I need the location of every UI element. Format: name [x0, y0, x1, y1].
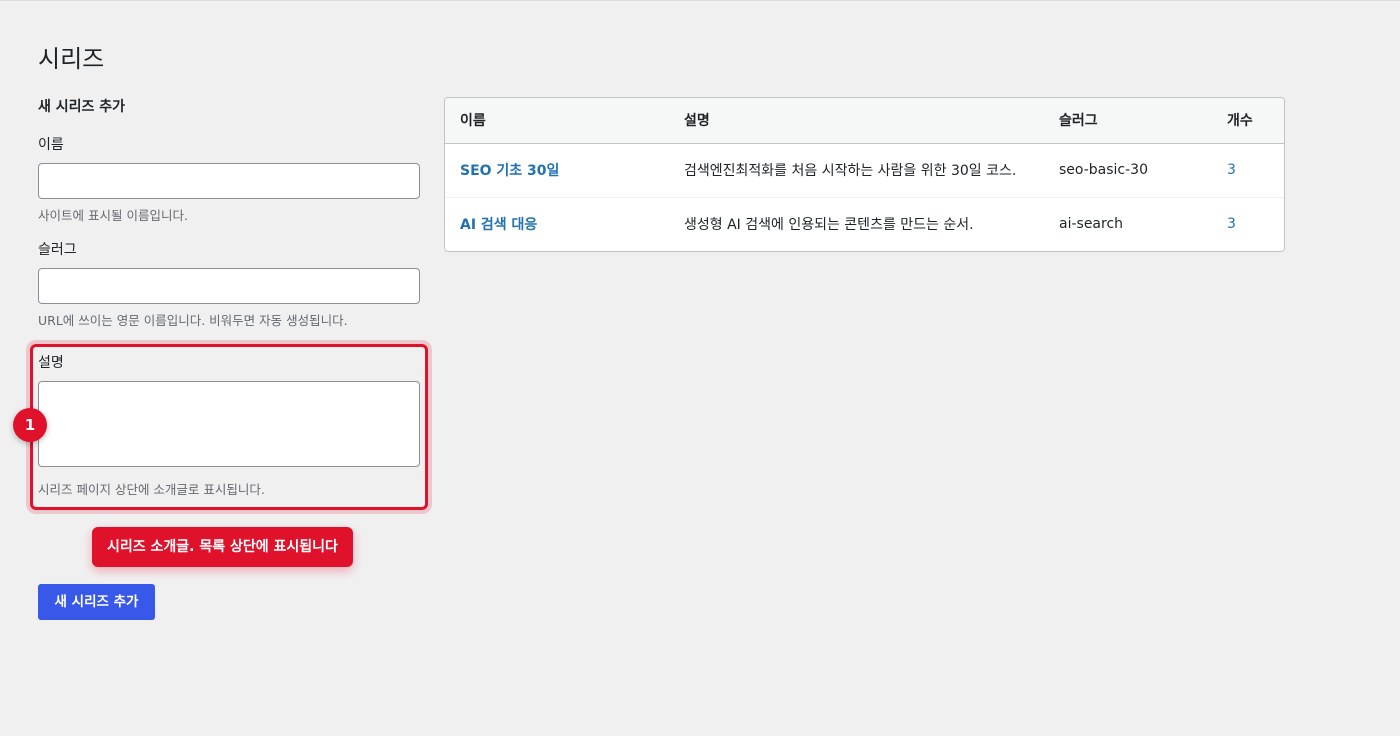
series-count-link[interactable]: 3: [1227, 216, 1236, 232]
description-field-group: 설명 시리즈 페이지 상단에 소개글로 표시됩니다.: [38, 353, 420, 499]
column-header-count[interactable]: 개수: [1212, 98, 1284, 143]
series-slug-cell: ai-search: [1044, 196, 1212, 251]
page-title: 시리즈: [38, 45, 105, 73]
add-series-form: 새 시리즈 추가 이름 사이트에 표시될 이름입니다. 슬러그 URL에 쓰이는…: [38, 97, 420, 345]
table-row: AI 검색 대응 생성형 AI 검색에 인용되는 콘텐츠를 만드는 순서. ai…: [445, 196, 1284, 251]
series-count-cell: 3: [1212, 143, 1284, 197]
description-textarea[interactable]: [38, 381, 420, 467]
column-header-slug[interactable]: 슬러그: [1044, 98, 1212, 143]
form-heading: 새 시리즈 추가: [38, 99, 126, 115]
series-count-link[interactable]: 3: [1227, 162, 1236, 178]
name-help-text: 사이트에 표시될 이름입니다.: [38, 208, 188, 223]
series-name-link[interactable]: SEO 기초 30일: [460, 163, 559, 179]
column-header-name[interactable]: 이름: [445, 98, 669, 143]
series-table: 이름 설명 슬러그 개수 SEO 기초 30일 검색엔진최적화를 처음 시작하는…: [444, 97, 1285, 252]
add-series-button[interactable]: 새 시리즈 추가: [38, 584, 155, 620]
table-header-row: 이름 설명 슬러그 개수: [445, 98, 1284, 143]
name-field-group: 이름 사이트에 표시될 이름입니다.: [38, 135, 420, 225]
series-description-cell: 검색엔진최적화를 처음 시작하는 사람을 위한 30일 코스.: [684, 163, 1017, 179]
slug-label: 슬러그: [38, 242, 77, 258]
slug-input[interactable]: [38, 268, 420, 304]
annotation-callout: 시리즈 소개글. 목록 상단에 표시됩니다: [92, 527, 353, 567]
series-name-cell: SEO 기초 30일: [445, 143, 669, 197]
description-label: 설명: [38, 355, 64, 371]
description-help-text: 시리즈 페이지 상단에 소개글로 표시됩니다.: [38, 482, 265, 497]
slug-help-text: URL에 쓰이는 영문 이름입니다. 비워두면 자동 생성됩니다.: [38, 313, 348, 328]
annotation-step-badge: 1: [13, 408, 47, 442]
name-label: 이름: [38, 137, 64, 153]
series-name-link[interactable]: AI 검색 대응: [460, 217, 537, 233]
name-input[interactable]: [38, 163, 420, 199]
series-count-cell: 3: [1212, 196, 1284, 251]
column-header-description: 설명: [684, 113, 710, 130]
table-row: SEO 기초 30일 검색엔진최적화를 처음 시작하는 사람을 위한 30일 코…: [445, 143, 1284, 197]
slug-field-group: 슬러그 URL에 쓰이는 영문 이름입니다. 비워두면 자동 생성됩니다.: [38, 240, 420, 330]
series-description-cell: 생성형 AI 검색에 인용되는 콘텐츠를 만드는 순서.: [669, 196, 1044, 251]
series-slug-cell: seo-basic-30: [1059, 162, 1148, 178]
series-name-cell: AI 검색 대응: [445, 196, 669, 251]
